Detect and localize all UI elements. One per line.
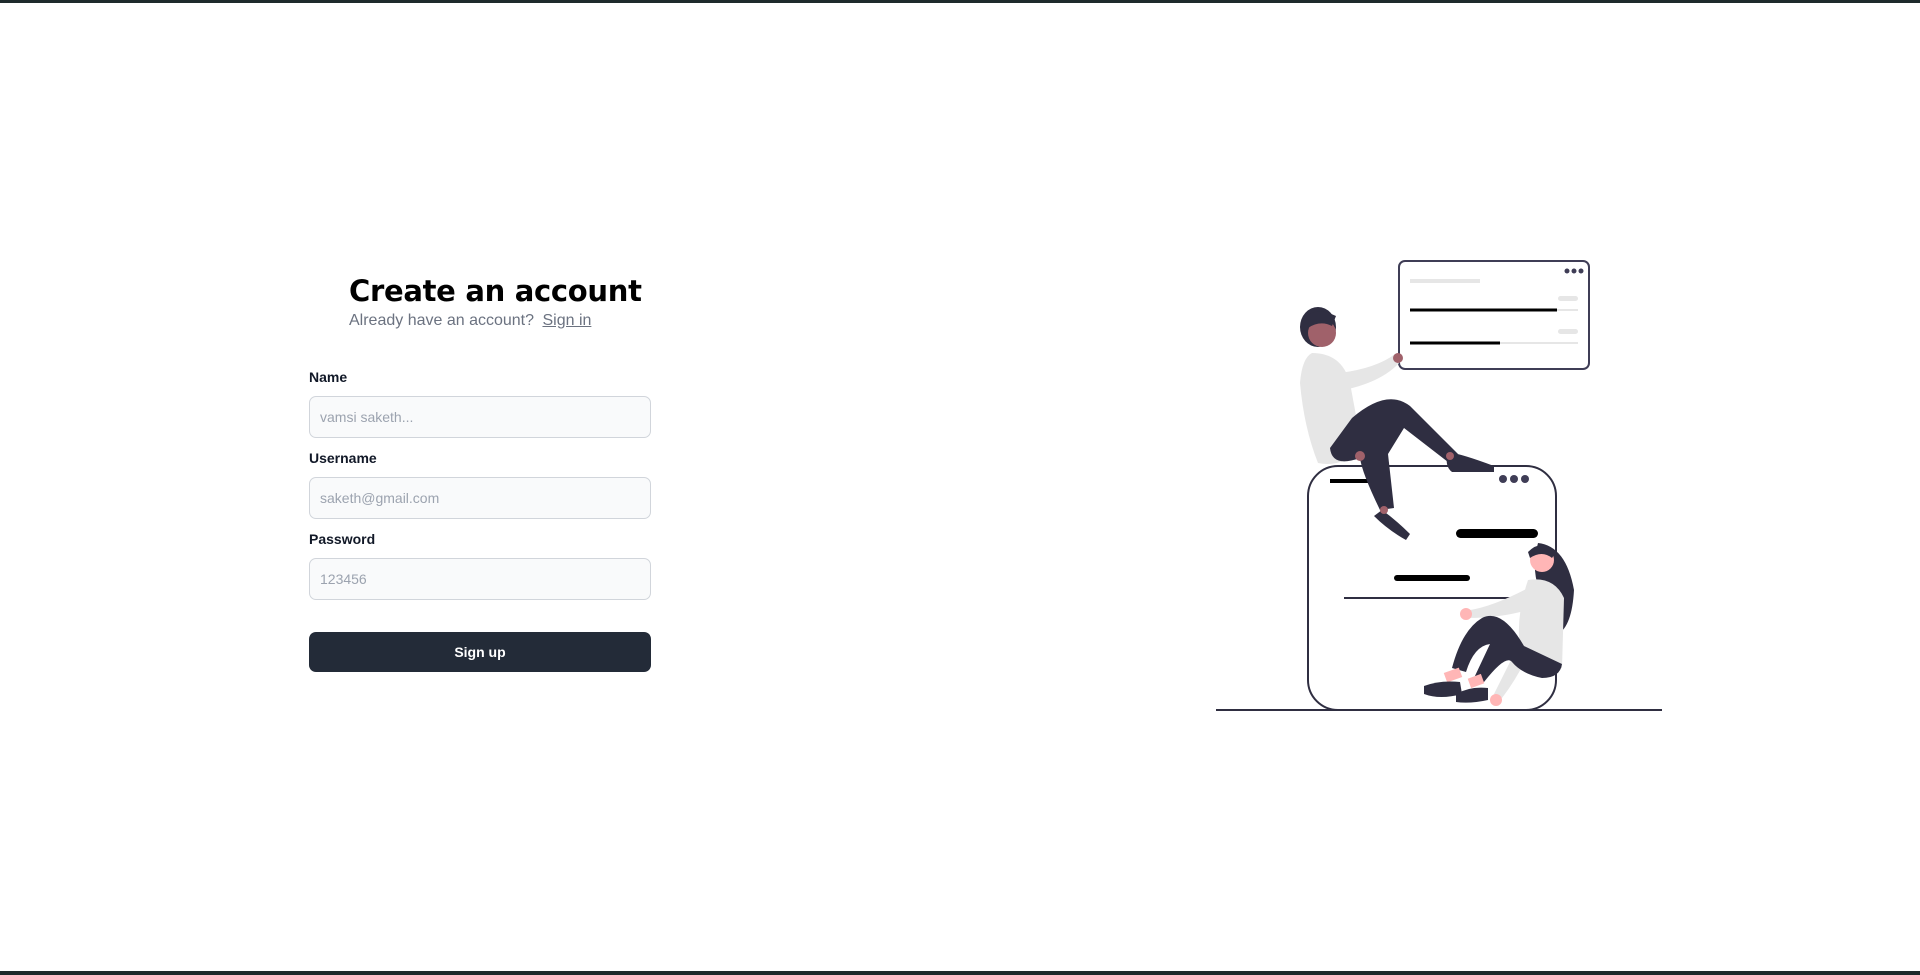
page-title: Create an account: [349, 274, 642, 308]
phone-card-line: [1394, 575, 1470, 581]
signin-prompt: Already have an account? Sign in: [349, 311, 651, 331]
sign-up-button[interactable]: Sign up: [309, 632, 651, 672]
signin-link[interactable]: Sign in: [542, 312, 591, 329]
username-input[interactable]: [309, 477, 651, 519]
password-input[interactable]: [309, 558, 651, 600]
name-label: Name: [309, 369, 348, 385]
floating-card: [1398, 260, 1590, 370]
username-field-group: Username: [309, 450, 651, 519]
name-input[interactable]: [309, 396, 651, 438]
window-bottom-border: [0, 971, 1920, 975]
username-label: Username: [309, 450, 377, 466]
name-field-group: Name: [309, 369, 651, 438]
people-with-ui-cards-illustration: [1212, 258, 1664, 718]
illustration-svg: [1216, 260, 1662, 711]
phone-card-pill: [1456, 529, 1538, 538]
signin-prompt-text: Already have an account?: [349, 312, 535, 329]
signup-form-column: Create an account Already have an accoun…: [309, 273, 651, 672]
phone-card: [1307, 465, 1557, 711]
phone-card-bar: [1330, 479, 1370, 483]
password-field-group: Password: [309, 531, 651, 600]
signup-page: Create an account Already have an accoun…: [0, 3, 1920, 971]
signup-form: Name Username Password Sign up: [309, 369, 651, 672]
password-label: Password: [309, 531, 376, 547]
